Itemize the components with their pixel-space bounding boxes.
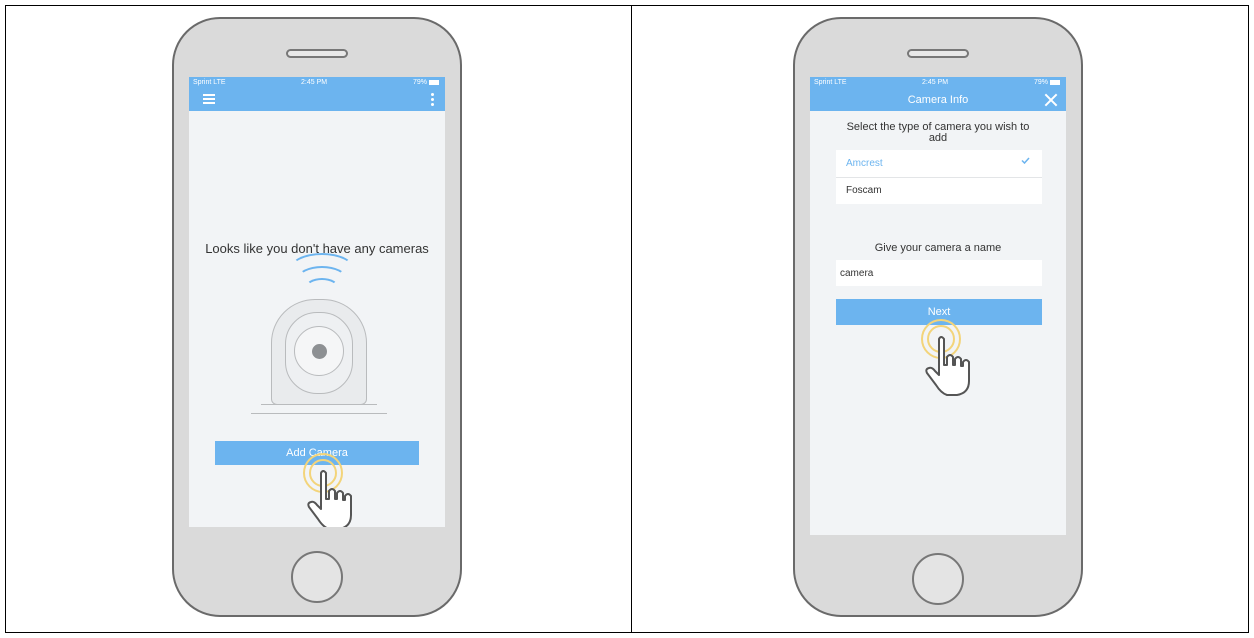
left-phone-screen: Sprint LTE 2:45 PM 79% Looks like you do… [189, 77, 445, 527]
home-button[interactable] [912, 553, 964, 605]
left-phone-frame: Sprint LTE 2:45 PM 79% Looks like you do… [172, 17, 462, 617]
right-phone-frame: Sprint LTE 2:45 PM 79% Camera Info Selec… [793, 17, 1083, 617]
home-button[interactable] [291, 551, 343, 603]
table-divider [631, 5, 632, 633]
speaker-icon [907, 49, 969, 58]
tap-hand-icon [189, 77, 445, 527]
speaker-icon [286, 49, 348, 58]
tap-hand-icon [810, 77, 1066, 535]
right-phone-screen: Sprint LTE 2:45 PM 79% Camera Info Selec… [810, 77, 1066, 535]
